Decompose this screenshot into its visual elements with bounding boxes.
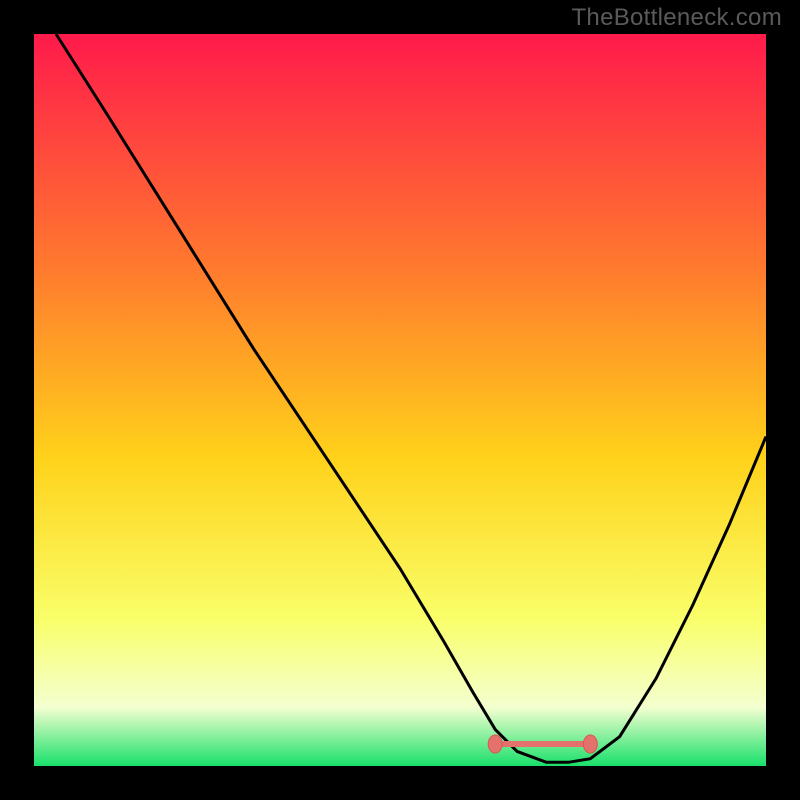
bottleneck-plot	[34, 34, 766, 766]
plateau-marker	[488, 735, 502, 753]
plateau-marker	[583, 735, 597, 753]
chart-stage: TheBottleneck.com	[0, 0, 800, 800]
watermark-text: TheBottleneck.com	[571, 4, 782, 32]
gradient-background	[34, 34, 766, 766]
